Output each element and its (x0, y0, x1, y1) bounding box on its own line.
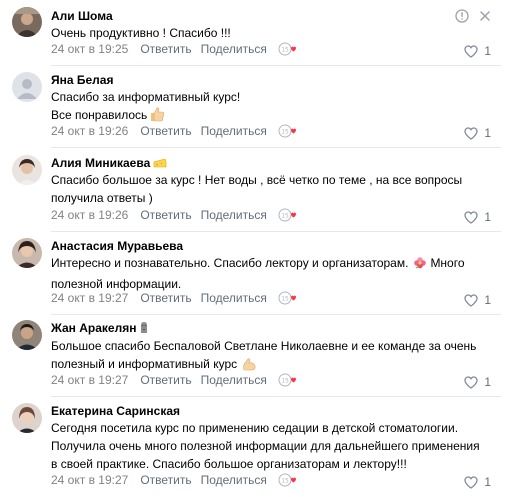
comment-text-line: Спасибо за информативный курс! (51, 90, 241, 104)
info-icon[interactable] (455, 9, 469, 23)
comment-text-line: Очень продуктивно ! Спасибо !!! (51, 26, 231, 40)
sticker-reaction-icon[interactable]: 15 (278, 208, 298, 222)
sticker-reaction-icon[interactable]: 15 (278, 42, 298, 56)
heart-outline-icon (464, 375, 478, 389)
comment-author-name: Алия Миникаева (51, 156, 151, 170)
comment-author[interactable]: Анастасия Муравьева (51, 239, 183, 253)
comment-text: Спасибо за информативный курс! Все понра… (51, 88, 491, 127)
like-count: 1 (484, 293, 491, 307)
flower-icon (413, 256, 427, 275)
cheese-icon (153, 157, 167, 172)
like-button[interactable]: 1 (464, 210, 491, 224)
heart-outline-icon (464, 44, 478, 58)
reply-button[interactable]: Ответить (140, 373, 191, 387)
like-button[interactable]: 1 (464, 44, 491, 58)
comment-meta: 24 окт в 19:25 Ответить Поделиться 15 (51, 42, 307, 56)
comment-date[interactable]: 24 окт в 19:27 (51, 473, 128, 487)
heart-outline-icon (464, 210, 478, 224)
comment-author[interactable]: Али Шома (51, 9, 113, 23)
share-button[interactable]: Поделиться (201, 291, 267, 305)
divider (51, 231, 501, 232)
divider (51, 65, 501, 66)
share-button[interactable]: Поделиться (201, 373, 267, 387)
sticker-reaction-icon[interactable]: 15 (278, 124, 298, 138)
divider (51, 147, 501, 148)
reply-button[interactable]: Ответить (140, 291, 191, 305)
comment-text-segment: Все понравилось (51, 108, 148, 122)
like-button[interactable]: 1 (464, 475, 491, 489)
comment-text: Сегодня посетила курс по применению седа… (51, 419, 491, 473)
comment-text-line: Получила очень много полезной информации… (51, 439, 480, 453)
comment-text: Большое спасибо Беспаловой Светлане Нико… (51, 337, 491, 376)
comment-author[interactable]: Жан Аракелян (51, 321, 149, 337)
comment-meta: 24 окт в 19:27 Ответить Поделиться 15 (51, 291, 307, 305)
comment-text-segment: Интересно и познавательно. Спасибо лекто… (51, 256, 409, 270)
reply-button[interactable]: Ответить (140, 42, 191, 56)
svg-text:15: 15 (281, 296, 289, 303)
like-button[interactable]: 1 (464, 375, 491, 389)
comment-meta: 24 окт в 19:26 Ответить Поделиться 15 (51, 208, 307, 222)
comment-text-line: в своей практике. Спасибо большое органи… (51, 457, 407, 471)
comment-date[interactable]: 24 окт в 19:26 (51, 124, 128, 138)
svg-text:15: 15 (281, 378, 289, 385)
like-button[interactable]: 1 (464, 126, 491, 140)
svg-text:15: 15 (281, 478, 289, 485)
comment-text-line: Большое спасибо Беспаловой Светлане Нико… (51, 339, 477, 353)
comment-meta: 24 окт в 19:26 Ответить Поделиться 15 (51, 124, 307, 138)
sticker-reaction-icon[interactable]: 15 (278, 473, 298, 487)
avatar[interactable] (12, 155, 42, 185)
share-button[interactable]: Поделиться (201, 473, 267, 487)
comment-text-line: Сегодня посетила курс по применению седа… (51, 421, 459, 435)
comment-author[interactable]: Алия Миникаева (51, 156, 167, 172)
comment-date[interactable]: 24 окт в 19:25 (51, 42, 128, 56)
divider (51, 396, 501, 397)
close-icon[interactable] (479, 10, 491, 22)
comment-meta: 24 окт в 19:27 Ответить Поделиться 15 (51, 473, 307, 487)
comment-text-segment: полезный и информативный курс (51, 357, 238, 371)
sticker-reaction-icon[interactable]: 15 (278, 373, 298, 387)
like-button[interactable]: 1 (464, 293, 491, 307)
heart-outline-icon (464, 126, 478, 140)
comment-date[interactable]: 24 окт в 19:27 (51, 291, 128, 305)
comment-text-segment: Много (430, 256, 465, 270)
like-count: 1 (484, 210, 491, 224)
avatar[interactable] (12, 320, 42, 350)
comment-text: Очень продуктивно ! Спасибо !!! (51, 24, 491, 42)
comment-author[interactable]: Яна Белая (51, 73, 113, 87)
comment-date[interactable]: 24 окт в 19:27 (51, 373, 128, 387)
like-count: 1 (484, 375, 491, 389)
avatar[interactable] (12, 403, 42, 433)
avatar[interactable] (12, 238, 42, 268)
comment-text-line: Спасибо большое за курс ! Нет воды , всё… (51, 173, 463, 187)
sticker-reaction-icon[interactable]: 15 (278, 291, 298, 305)
svg-text:15: 15 (281, 129, 289, 136)
avatar[interactable] (12, 7, 42, 37)
reply-button[interactable]: Ответить (140, 208, 191, 222)
like-count: 1 (484, 126, 491, 140)
comment-meta: 24 окт в 19:27 Ответить Поделиться 15 (51, 373, 307, 387)
moai-icon (139, 321, 149, 337)
comment-text: Интересно и познавательно. Спасибо лекто… (51, 254, 491, 293)
comment-text-line: получила ответы ) (51, 191, 153, 205)
like-count: 1 (484, 44, 491, 58)
heart-outline-icon (464, 293, 478, 307)
reply-button[interactable]: Ответить (140, 473, 191, 487)
comment-text: Спасибо большое за курс ! Нет воды , всё… (51, 171, 491, 207)
heart-outline-icon (464, 475, 478, 489)
comment-date[interactable]: 24 окт в 19:26 (51, 208, 128, 222)
avatar[interactable] (12, 72, 42, 102)
comment-text-line: Интересно и познавательно. Спасибо лекто… (51, 254, 491, 275)
comment-toolbar (455, 9, 491, 23)
share-button[interactable]: Поделиться (201, 124, 267, 138)
svg-text:15: 15 (281, 213, 289, 220)
comment-author-name: Жан Аракелян (51, 321, 137, 335)
reply-button[interactable]: Ответить (140, 124, 191, 138)
share-button[interactable]: Поделиться (201, 208, 267, 222)
share-button[interactable]: Поделиться (201, 42, 267, 56)
like-count: 1 (484, 475, 491, 489)
svg-text:15: 15 (281, 47, 289, 54)
comment-author[interactable]: Екатерина Саринская (51, 404, 180, 418)
divider (51, 314, 501, 315)
